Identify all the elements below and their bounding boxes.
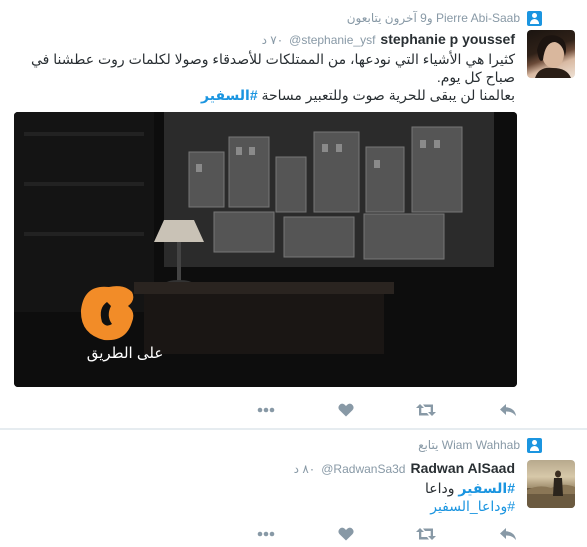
tweet-text-line: #وداعا_السفير <box>0 497 515 515</box>
reply-icon[interactable] <box>498 401 518 419</box>
tweet-actions <box>0 525 587 543</box>
avatar[interactable] <box>527 460 575 508</box>
tweet-time[interactable]: ٧٠ د <box>262 33 284 47</box>
avatar[interactable] <box>527 30 575 78</box>
video-media[interactable]: على الطريق <box>14 112 517 387</box>
person-icon <box>527 11 542 26</box>
retweet-icon[interactable] <box>414 525 438 543</box>
tweet-text-line: صباح كل يوم. <box>436 69 515 85</box>
heart-icon[interactable] <box>336 401 356 419</box>
tweet-text: #السفير وداعا #وداعا_السفير <box>0 479 515 515</box>
more-icon[interactable] <box>256 401 276 419</box>
tweet-text-line: #السفير وداعا <box>0 479 515 497</box>
tweet-text-line: كثيرا هي الأشياء التي نودعها، من الممتلك… <box>31 51 515 67</box>
person-icon <box>527 438 542 453</box>
author-handle[interactable]: @stephanie_ysf <box>289 33 375 47</box>
tweet-context: Pierre Abi-Saab و9 آخرون يتابعون <box>346 11 520 25</box>
heart-icon[interactable] <box>336 525 356 543</box>
hashtag-link[interactable]: #وداعا_السفير <box>430 498 515 514</box>
author-name[interactable]: Radwan AlSaad <box>410 460 515 476</box>
hashtag-link[interactable]: #السفير <box>201 87 258 103</box>
hashtag-link[interactable]: #السفير <box>458 480 515 496</box>
author-name[interactable]: stephanie p youssef <box>380 31 515 47</box>
tweet-actions <box>0 401 587 419</box>
more-icon[interactable] <box>256 525 276 543</box>
tweet-time[interactable]: ٨٠ د <box>294 462 316 476</box>
tweet-text: كثيرا هي الأشياء التي نودعها، من الممتلك… <box>0 50 515 104</box>
video-caption: على الطريق <box>86 345 164 362</box>
tweet-2[interactable]: Wiam Wahhab يتابع Radwan AlSaad @RadwanS… <box>0 430 587 547</box>
author-handle[interactable]: @RadwanSa3d <box>321 462 405 476</box>
tweet-text-part: بعالمنا لن يبقى للحرية صوت وللتعبير مساح… <box>261 87 516 103</box>
retweet-icon[interactable] <box>414 401 438 419</box>
reply-icon[interactable] <box>498 525 518 543</box>
tweet-header: stephanie p youssef @stephanie_ysf ٧٠ د <box>262 31 515 49</box>
tweet-text-line: بعالمنا لن يبقى للحرية صوت وللتعبير مساح… <box>0 86 515 104</box>
tweet-context: Wiam Wahhab يتابع <box>418 438 520 452</box>
tweet-1[interactable]: Pierre Abi-Saab و9 آخرون يتابعون stephan… <box>0 0 587 428</box>
tweet-header: Radwan AlSaad @RadwanSa3d ٨٠ د <box>294 460 515 478</box>
tweet-text-part: وداعا <box>425 480 455 496</box>
